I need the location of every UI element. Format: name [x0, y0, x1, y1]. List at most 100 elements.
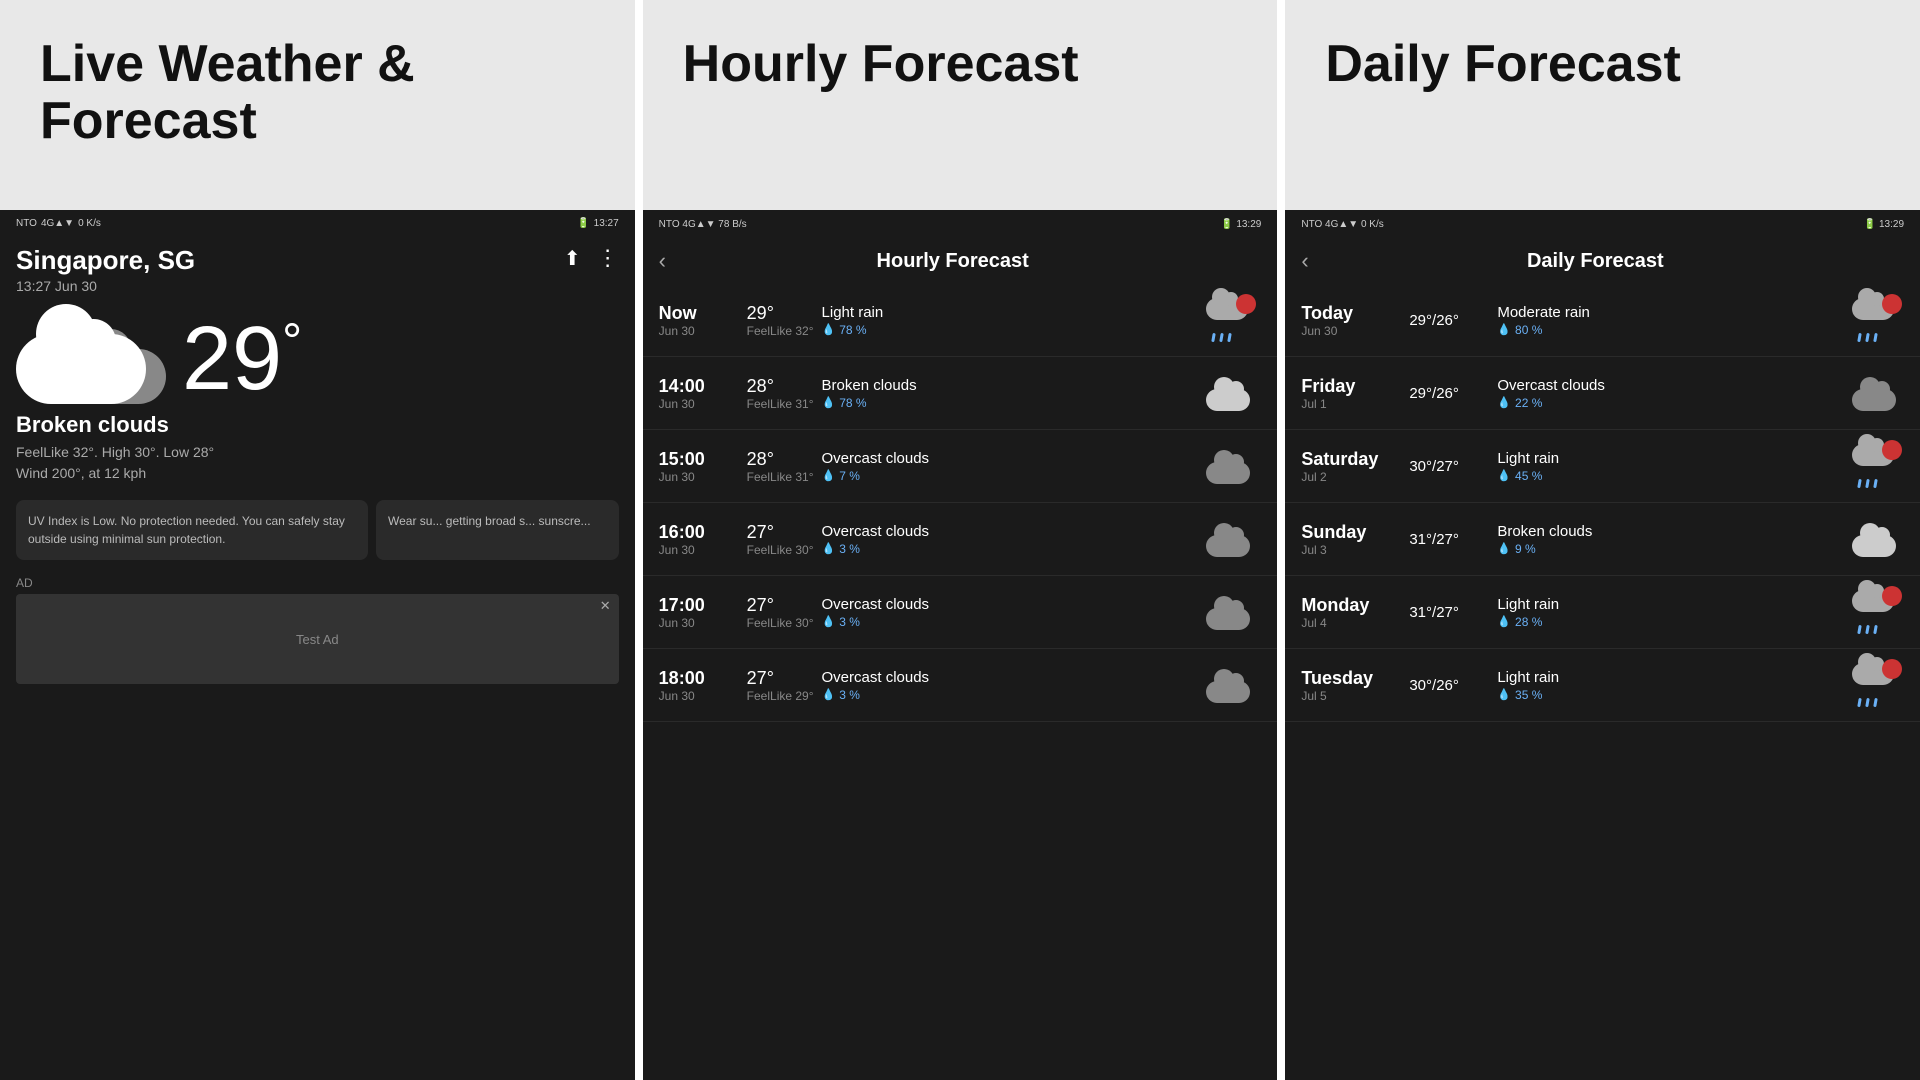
daily-temp: 29°/26°	[1409, 385, 1489, 402]
left-panel: Live Weather & Forecast NTO 4G▲▼ 0 K/s 🔋…	[0, 0, 635, 1080]
daily-day: Tuesday	[1301, 668, 1401, 689]
hourly-list-item[interactable]: 16:00 Jun 30 27° FeelLike 30° Overcast c…	[643, 503, 1278, 576]
hourly-temp: 27°	[747, 595, 802, 616]
hourly-rain-pct: 💧 7 %	[822, 469, 1194, 483]
hourly-temp: 29°	[747, 303, 802, 324]
hourly-feel: FeelLike 30°	[747, 543, 814, 557]
hourly-forecast-title: Hourly Forecast	[683, 36, 1079, 93]
hourly-date: Jun 30	[659, 689, 739, 703]
hourly-desc-col: Overcast clouds 💧 3 %	[822, 523, 1194, 556]
hourly-condition: Light rain	[822, 304, 1194, 321]
share-icon[interactable]: ⬆	[564, 246, 581, 271]
hourly-list-item[interactable]: Now Jun 30 29° FeelLike 32° Light rain 💧…	[643, 284, 1278, 357]
hourly-body: NTO 4G▲▼ 78 B/s 🔋 13:29 ‹ Hourly Forecas…	[643, 210, 1278, 1080]
hourly-rain-pct: 💧 3 %	[822, 615, 1194, 629]
daily-condition: Broken clouds	[1497, 523, 1841, 540]
hourly-rain-pct: 💧 3 %	[822, 688, 1194, 702]
daily-day-col: Tuesday Jul 5	[1301, 668, 1401, 703]
hourly-temp: 28°	[747, 449, 802, 470]
weather-icon-large	[16, 314, 166, 404]
daily-condition: Moderate rain	[1497, 304, 1841, 321]
hourly-network-icon: NTO 4G▲▼ 78 B/s	[659, 219, 747, 230]
ad-label: AD	[16, 576, 619, 590]
daily-weather-icon	[1849, 444, 1904, 488]
daily-date: Jul 5	[1301, 689, 1401, 703]
uv-info-card: UV Index is Low. No protection needed. Y…	[16, 500, 368, 560]
hourly-list-item[interactable]: 14:00 Jun 30 28° FeelLike 31° Broken clo…	[643, 357, 1278, 430]
hourly-desc-col: Light rain 💧 78 %	[822, 304, 1194, 337]
daily-list-item[interactable]: Monday Jul 4 31°/27° Light rain 💧 28 %	[1285, 576, 1920, 649]
hourly-status-right: 🔋 13:29	[1221, 218, 1262, 230]
daily-weather-icon	[1849, 371, 1904, 415]
network-icon: NTO	[16, 218, 37, 229]
daily-day: Sunday	[1301, 522, 1401, 543]
daily-list-item[interactable]: Tuesday Jul 5 30°/26° Light rain 💧 35 %	[1285, 649, 1920, 722]
middle-panel: Hourly Forecast NTO 4G▲▼ 78 B/s 🔋 13:29 …	[643, 0, 1278, 1080]
right-panel: Daily Forecast NTO 4G▲▼ 0 K/s 🔋 13:29 ‹ …	[1285, 0, 1920, 1080]
hourly-temp-col: 27° FeelLike 30°	[747, 595, 814, 630]
hourly-weather-icon	[1201, 517, 1261, 561]
daily-temp: 31°/27°	[1409, 531, 1489, 548]
hourly-temp-col: 27° FeelLike 30°	[747, 522, 814, 557]
hourly-nav-bar: ‹ Hourly Forecast	[643, 238, 1278, 284]
daily-condition: Overcast clouds	[1497, 377, 1841, 394]
hourly-rain-pct: 💧 78 %	[822, 323, 1194, 337]
hourly-weather-icon	[1201, 444, 1261, 488]
hourly-list-item[interactable]: 17:00 Jun 30 27° FeelLike 30° Overcast c…	[643, 576, 1278, 649]
hourly-time-col: 18:00 Jun 30	[659, 668, 739, 703]
hourly-list-item[interactable]: 18:00 Jun 30 27° FeelLike 29° Overcast c…	[643, 649, 1278, 722]
hourly-time-col: 16:00 Jun 30	[659, 522, 739, 557]
ad-text: Test Ad	[296, 632, 339, 647]
rain-drop-icon: 💧	[822, 688, 836, 701]
hourly-condition: Overcast clouds	[822, 523, 1194, 540]
daily-body: NTO 4G▲▼ 0 K/s 🔋 13:29 ‹ Daily Forecast …	[1285, 210, 1920, 1080]
daily-network-icon: NTO 4G▲▼ 0 K/s	[1301, 219, 1383, 230]
daily-battery-icon: 🔋	[1863, 219, 1875, 230]
daily-rain-pct: 💧 35 %	[1497, 688, 1841, 702]
hourly-time: 14:00	[659, 376, 739, 397]
hourly-condition: Overcast clouds	[822, 596, 1194, 613]
hourly-date: Jun 30	[659, 397, 739, 411]
daily-list-item[interactable]: Today Jun 30 29°/26° Moderate rain 💧 80 …	[1285, 284, 1920, 357]
degree-symbol: °	[282, 313, 302, 369]
back-arrow-hourly[interactable]: ‹	[659, 248, 666, 274]
daily-desc-col: Light rain 💧 45 %	[1497, 450, 1841, 483]
hourly-list: Now Jun 30 29° FeelLike 32° Light rain 💧…	[643, 284, 1278, 1080]
daily-list-item[interactable]: Saturday Jul 2 30°/27° Light rain 💧 45 %	[1285, 430, 1920, 503]
daily-nav-bar: ‹ Daily Forecast	[1285, 238, 1920, 284]
hourly-time-col: Now Jun 30	[659, 303, 739, 338]
hourly-weather-icon	[1201, 590, 1261, 634]
hourly-feel: FeelLike 30°	[747, 616, 814, 630]
hourly-time-col: 17:00 Jun 30	[659, 595, 739, 630]
hourly-feel: FeelLike 32°	[747, 324, 814, 338]
speed-icon: 0 K/s	[78, 218, 101, 229]
hourly-battery-icon: 🔋	[1221, 219, 1233, 230]
divider-left	[635, 0, 643, 1080]
daily-day: Saturday	[1301, 449, 1401, 470]
uv-info-text: UV Index is Low. No protection needed. Y…	[28, 514, 345, 546]
daily-list-item[interactable]: Friday Jul 1 29°/26° Overcast clouds 💧 2…	[1285, 357, 1920, 430]
hourly-time: 16:00	[659, 522, 739, 543]
hourly-temp: 27°	[747, 668, 802, 689]
hourly-desc-col: Overcast clouds 💧 7 %	[822, 450, 1194, 483]
daily-desc-col: Light rain 💧 28 %	[1497, 596, 1841, 629]
weather-main: 29°	[0, 298, 635, 412]
hourly-date: Jun 30	[659, 470, 739, 484]
menu-icon[interactable]: ⋮	[597, 245, 619, 271]
location-icons: ⬆ ⋮	[564, 245, 619, 271]
hourly-temp: 28°	[747, 376, 802, 397]
hourly-status-bar: NTO 4G▲▼ 78 B/s 🔋 13:29	[643, 210, 1278, 238]
hourly-time: Now	[659, 303, 739, 324]
hourly-feel: FeelLike 31°	[747, 397, 814, 411]
hourly-list-item[interactable]: 15:00 Jun 30 28° FeelLike 31° Overcast c…	[643, 430, 1278, 503]
daily-temp-col: 29°/26°	[1409, 385, 1489, 402]
status-left: NTO 4G▲▼ 0 K/s	[16, 218, 101, 229]
back-arrow-daily[interactable]: ‹	[1301, 248, 1308, 274]
ad-close[interactable]: ✕	[600, 598, 611, 614]
daily-day: Monday	[1301, 595, 1401, 616]
daily-desc-col: Overcast clouds 💧 22 %	[1497, 377, 1841, 410]
daily-date: Jun 30	[1301, 324, 1401, 338]
daily-list-item[interactable]: Sunday Jul 3 31°/27° Broken clouds 💧 9 %	[1285, 503, 1920, 576]
daily-date: Jul 4	[1301, 616, 1401, 630]
location-row: Singapore, SG 13:27 Jun 30 ⬆ ⋮	[0, 237, 635, 298]
